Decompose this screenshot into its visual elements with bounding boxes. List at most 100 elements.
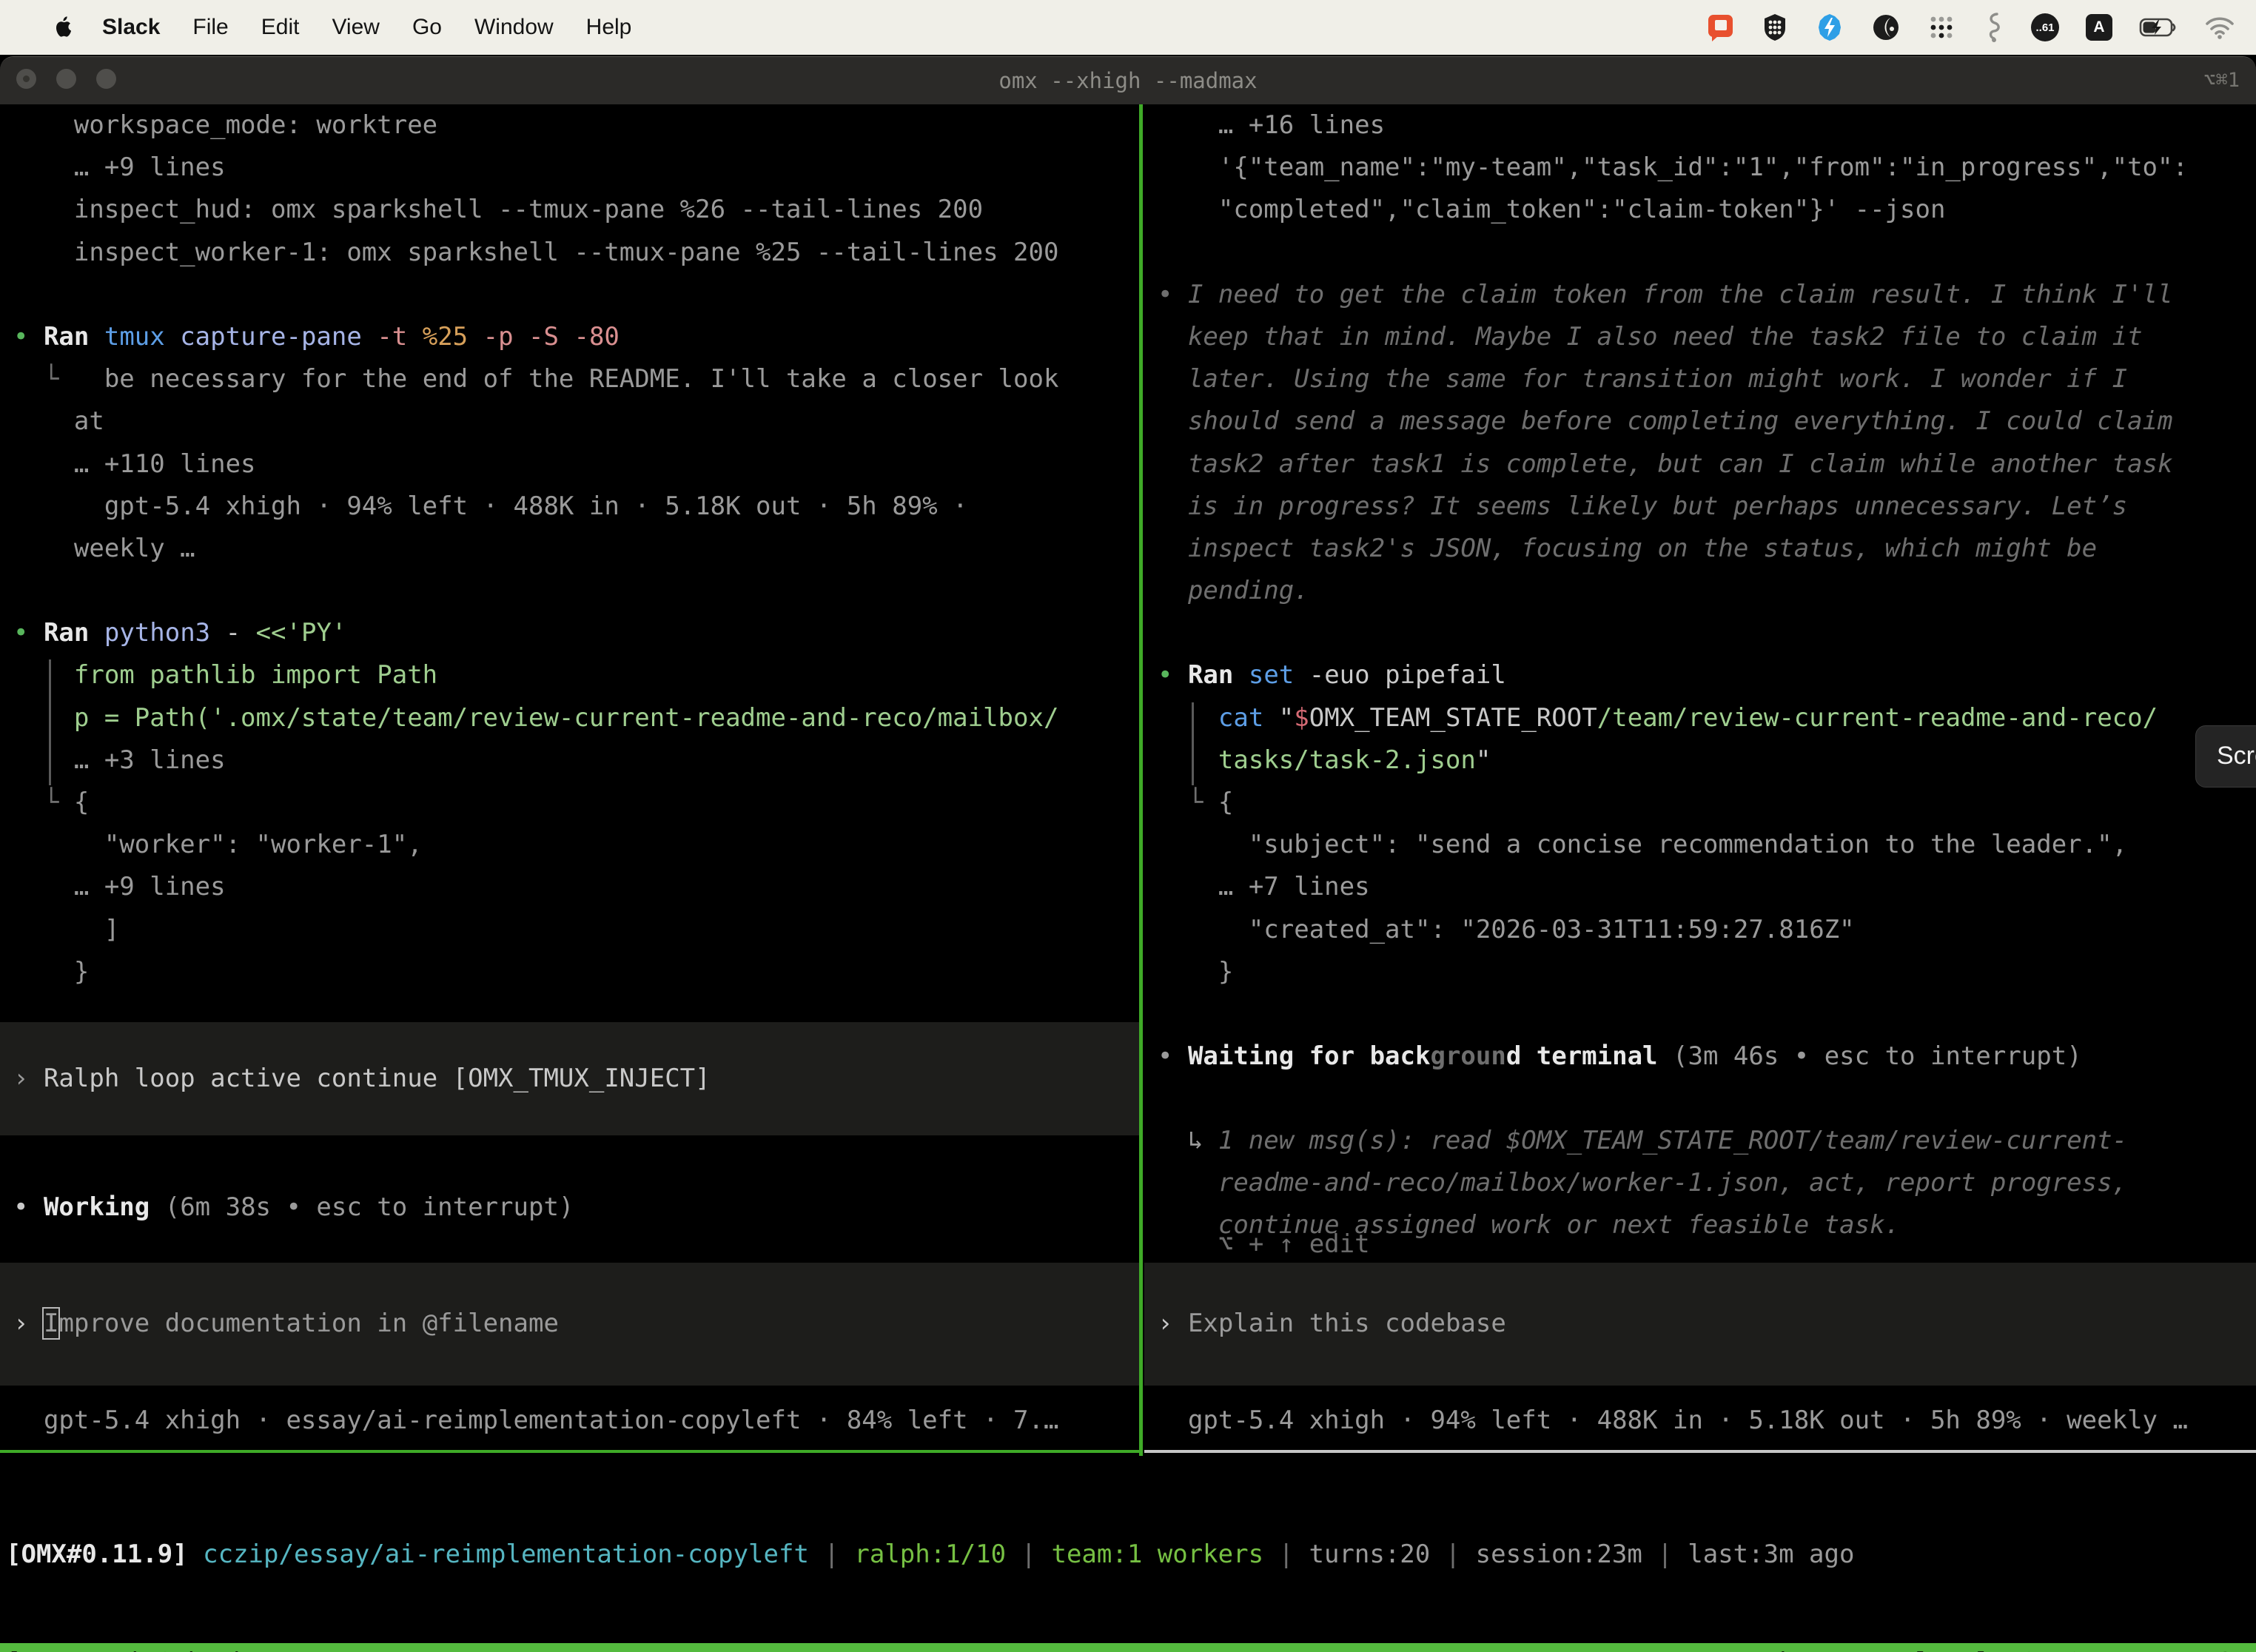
right-prompt-placeholder[interactable]: › Explain this codebase [1144,1303,1506,1345]
text-segment: should send a message before completing … [1158,406,2172,436]
input-source-icon[interactable]: A [2086,14,2112,41]
terminal-line: "created_at": "2026-03-31T11:59:27.816Z" [1158,909,2256,951]
left-terminal-pane[interactable]: workspace_mode: worktree … +9 lines insp… [0,104,1139,1453]
text-segment: ↳ [1158,1126,1218,1155]
right-terminal-pane[interactable]: … +16 lines '{"team_name":"my-team","tas… [1144,104,2256,1453]
text-segment: p = Path('.omx/state/team/review-current… [13,703,1058,733]
squiggle-icon[interactable] [1982,12,2004,43]
terminal-line: "worker": "worker-1", [13,824,1139,866]
terminal-line [1158,232,2256,274]
menu-item-view[interactable]: View [332,15,379,40]
terminal-line: … +9 lines [13,147,1139,189]
text-segment: › [1158,1309,1188,1338]
right-prompt-input[interactable]: › Explain this codebase [1144,1263,2256,1386]
terminal-line: … +9 lines [13,866,1139,908]
terminal-line: • Ran tmux capture-pane -t %25 -p -S -80 [13,316,1139,358]
text-segment: gpt-5.4 xhigh · 94% left · 488K in · 5.1… [1158,1406,2188,1435]
terminal-line: } [13,951,1139,993]
terminal-line: from pathlib import Path [13,654,1139,696]
text-segment: %25 [423,322,483,352]
ralph-loop-banner: › Ralph loop active continue [OMX_TMUX_I… [0,1022,1139,1135]
screen: { "colors": { "menubar_bg": "#f0efe8", "… [0,0,2256,1652]
lightning-badge-icon[interactable] [1815,13,1844,42]
apple-menu-icon[interactable] [53,16,73,39]
left-pane-scrollback: workspace_mode: worktree … +9 lines insp… [0,104,1139,993]
wifi-icon[interactable] [2204,16,2235,39]
text-segment: Ran [44,618,104,648]
terminal-window: omx --xhigh --madmax ⌥⌘1 workspace_mode:… [0,56,2256,1652]
omx-session-status: [OMX#0.11.9] cczip/essay/ai-reimplementa… [6,1534,1854,1576]
badge-61-icon[interactable]: ..61 [2031,13,2059,41]
text-segment: { [74,788,89,817]
terminal-line: p = Path('.omx/state/team/review-current… [13,697,1139,739]
text-segment: workspace_mode: worktree [13,110,437,140]
terminal-line: later. Using the same for transition mig… [1158,358,2256,400]
text-segment: ralph:1/10 [854,1539,1006,1569]
tool-output-connector [1192,702,1194,785]
text-segment: • [1158,1041,1188,1071]
tmux-session-name[interactable]: [omx-cczip0:bash* [0,1643,263,1652]
text-segment: -S [528,322,574,352]
text-segment: is in progress? It seems likely but perh… [1158,491,2127,521]
right-pane-scrollback: … +16 lines '{"team_name":"my-team","tas… [1144,104,2256,993]
text-segment: cczip/essay/ai-reimplementation-copyleft [203,1539,809,1569]
menu-item-slack[interactable]: Slack [102,15,160,40]
text-segment: last:3m ago [1688,1539,1854,1569]
tool-output-connector [49,659,51,785]
chat-app-icon[interactable] [1705,13,1735,42]
text-segment: └ [13,788,74,817]
text-segment: … +16 lines [1158,110,1385,140]
text-segment: " [1279,703,1294,733]
text-segment: inspect_worker-1: omx sparkshell --tmux-… [13,238,1058,267]
left-prompt-placeholder[interactable]: › Improve documentation in @filename [0,1303,559,1345]
text-segment: cat [1218,703,1279,733]
menu-item-window[interactable]: Window [474,15,554,40]
text-segment: Working [44,1192,165,1222]
right-pane-border [1144,1450,2256,1453]
text-segment: … +7 lines [1158,872,1370,901]
terminal-line [1158,612,2256,654]
text-segment: -80 [574,322,619,352]
pane-divider[interactable] [1139,104,1143,1456]
text-segment: weekly … [13,534,195,563]
dots-grid-icon[interactable] [1927,13,1955,41]
terminal-line: workspace_mode: worktree [13,104,1139,147]
text-segment: › [13,1309,44,1338]
terminal-line [13,274,1139,316]
text-segment: '{"team_name":"my-team","task_id":"1","f… [1158,152,2188,182]
terminal-line: inspect_hud: omx sparkshell --tmux-pane … [13,189,1139,231]
text-segment: | [1642,1539,1688,1569]
crescent-circle-icon[interactable] [1871,13,1901,42]
text-segment: } [1158,957,1233,987]
terminal-line: • I need to get the claim token from the… [1158,274,2256,316]
terminal-line: inspect_worker-1: omx sparkshell --tmux-… [13,232,1139,274]
edit-hint: ⌥ + ↑ edit [1144,1223,2256,1266]
battery-icon[interactable] [2139,17,2178,38]
terminal-line: inspect task2's JSON, focusing on the st… [1158,528,2256,570]
text-segment: inspect_hud: omx sparkshell --tmux-pane … [13,195,983,224]
text-segment: 1 new msg(s): read $OMX_TEAM_STATE_ROOT/… [1218,1126,2127,1155]
text-segment [1158,745,1218,775]
text-segment: • [1158,660,1188,690]
text-segment: task2 after task1 is complete, but can I… [1158,449,2172,479]
text-segment: ] [13,915,119,944]
terminal-line: └ { [13,782,1139,824]
waiting-status: • Waiting for background terminal (3m 46… [1144,1035,2256,1078]
terminal-line: "subject": "send a concise recommendatio… [1158,824,2256,866]
text-segment: python3 [104,618,226,648]
screenshot-tooltip[interactable]: Scre [2195,725,2256,788]
menu-item-edit[interactable]: Edit [261,15,300,40]
text-segment: ⌥ + ↑ edit [1158,1229,1370,1259]
menu-item-go[interactable]: Go [412,15,442,40]
left-prompt-input[interactable]: › Improve documentation in @filename [0,1263,1139,1386]
menu-item-file[interactable]: File [192,15,228,40]
terminal-line: is in progress? It seems likely but perh… [1158,486,2256,528]
menu-item-help[interactable]: Help [586,15,632,40]
terminal-line: └ be necessary for the end of the README… [13,358,1139,400]
text-segment: … +9 lines [13,872,226,901]
text-segment: (3m 46s • esc to interrupt) [1673,1041,2082,1071]
text-segment: "created_at": "2026-03-31T11:59:27.816Z" [1158,915,1855,944]
text-segment: • [13,322,44,352]
shield-grid-icon[interactable] [1762,13,1788,42]
ralph-loop-message: › Ralph loop active continue [OMX_TMUX_I… [0,1058,711,1100]
